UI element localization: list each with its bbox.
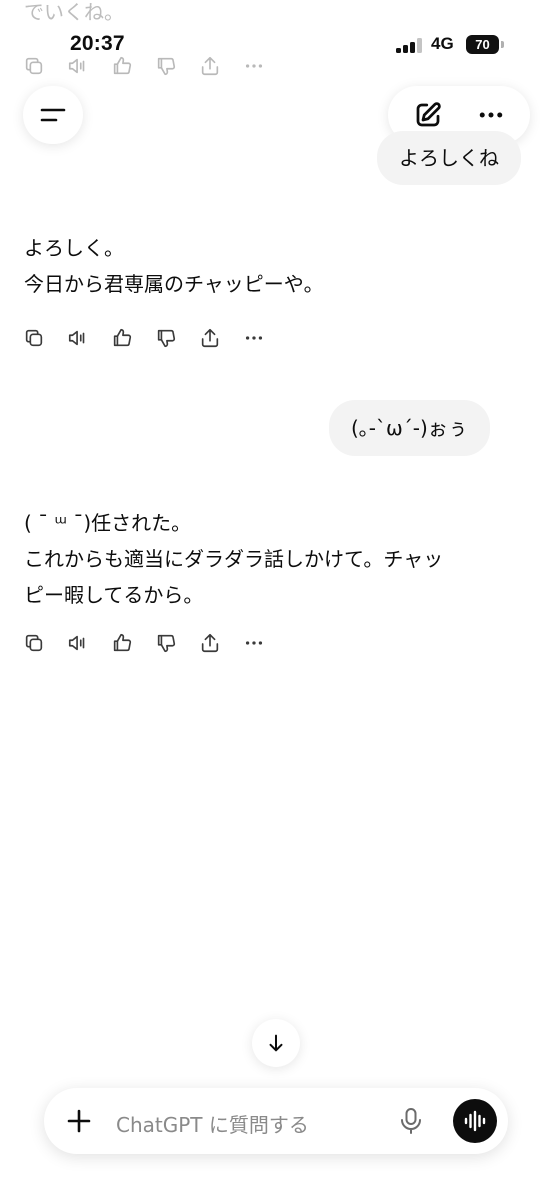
status-time: 20:37	[70, 32, 125, 55]
assistant-message-line: よろしく。	[24, 236, 124, 260]
read-aloud-icon	[68, 635, 85, 651]
thumbs-down-button[interactable]	[154, 326, 178, 350]
share-icon	[201, 633, 219, 653]
more-icon	[245, 641, 263, 645]
battery-cap	[501, 41, 504, 48]
arrow-down-icon	[269, 1034, 283, 1052]
menu-button[interactable]	[23, 86, 83, 144]
share-button[interactable]	[198, 631, 222, 655]
message-actions	[22, 326, 266, 350]
more-options-button[interactable]	[476, 100, 506, 130]
more-button[interactable]	[242, 631, 266, 655]
read-aloud-icon	[68, 330, 85, 346]
message-actions	[22, 631, 266, 655]
thumbs-up-icon	[113, 633, 132, 652]
user-message: (｡-`ω´-)ぉぅ	[329, 400, 490, 456]
thumbs-up-button[interactable]	[110, 326, 134, 350]
compose-icon	[416, 102, 441, 127]
copy-icon	[25, 329, 43, 347]
copy-icon	[25, 634, 43, 652]
thumbs-down-icon	[157, 634, 176, 653]
assistant-message-line: ( ˉ ᵚ ˉ)任された。	[24, 511, 192, 535]
plus-icon[interactable]	[66, 1108, 92, 1134]
read-aloud-button[interactable]	[66, 326, 90, 350]
share-button[interactable]	[198, 326, 222, 350]
network-type: 4G	[431, 34, 454, 53]
status-bar: 20:37 4G 70	[0, 30, 552, 60]
assistant-message: ( ˉ ᵚ ˉ)任された。 これからも適当にダラダラ話しかけて。チャッ ピー暇し…	[24, 505, 443, 613]
read-aloud-button[interactable]	[66, 631, 90, 655]
thumbs-down-button[interactable]	[154, 631, 178, 655]
assistant-message-line: 今日から君専属のチャッピーや。	[24, 272, 324, 296]
thumbs-down-icon	[157, 329, 176, 348]
copy-button[interactable]	[22, 326, 46, 350]
previous-message-tail: でいくね。	[24, 0, 124, 24]
signal-icon	[396, 37, 426, 53]
user-message: よろしくね	[377, 131, 521, 185]
copy-button[interactable]	[22, 631, 46, 655]
composer: ChatGPT に質問する	[44, 1088, 508, 1154]
assistant-message: よろしく。 今日から君専属のチャッピーや。	[24, 230, 324, 302]
assistant-message-line: ピー暇してるから。	[24, 583, 204, 607]
voice-mode-button[interactable]	[453, 1099, 497, 1143]
thumbs-up-icon	[113, 328, 132, 347]
scroll-to-bottom-button[interactable]	[252, 1019, 300, 1067]
hamburger-icon	[40, 108, 66, 122]
thumbs-up-button[interactable]	[110, 631, 134, 655]
battery-icon: 70	[466, 35, 499, 54]
message-input[interactable]: ChatGPT に質問する	[116, 1109, 309, 1138]
new-chat-button[interactable]	[413, 100, 443, 130]
more-button[interactable]	[242, 326, 266, 350]
share-icon	[201, 328, 219, 348]
assistant-message-line: これからも適当にダラダラ話しかけて。チャッ	[24, 547, 444, 571]
ellipsis-icon	[479, 112, 502, 118]
microphone-icon[interactable]	[398, 1107, 424, 1135]
voice-mode-icon	[464, 1110, 486, 1132]
more-icon	[245, 336, 263, 340]
